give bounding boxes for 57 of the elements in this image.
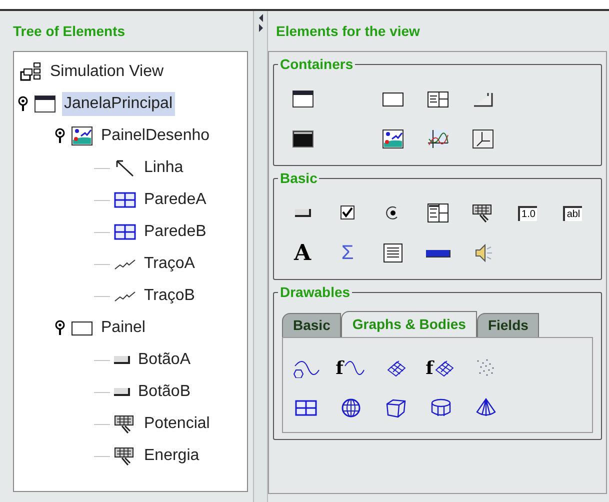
colored-chart-icon — [71, 126, 93, 146]
function-curve-button[interactable]: f — [328, 348, 373, 388]
window-icon — [34, 94, 56, 114]
tree-node-label[interactable]: TraçoA — [142, 252, 197, 276]
tree-node-label[interactable]: ParedeB — [142, 220, 208, 244]
grid-icon — [114, 190, 136, 210]
cube-icon — [384, 398, 406, 418]
tree-node-label[interactable]: Simulation View — [48, 60, 166, 84]
grid-icon — [294, 398, 316, 418]
tree-node-label[interactable]: BotãoB — [136, 380, 192, 404]
expanded-toggle-icon[interactable] — [55, 320, 65, 336]
plot-icon — [426, 129, 448, 149]
window-icon — [292, 89, 314, 109]
list-spinner-icon — [426, 89, 448, 109]
tree-node-label[interactable]: BotãoA — [136, 348, 192, 372]
list-spinner-icon — [426, 203, 448, 223]
expanded-toggle-icon[interactable] — [18, 96, 28, 112]
grid-icon — [114, 222, 136, 242]
collapse-arrows-icon[interactable] — [258, 13, 264, 33]
keyboard-hand-icon — [114, 414, 136, 434]
expanded-toggle-icon[interactable] — [55, 128, 65, 144]
button-icon — [114, 356, 130, 364]
tree-node-label[interactable]: JanelaPrincipal — [62, 92, 175, 116]
number-field-button[interactable]: 1.0 — [505, 193, 550, 233]
function-surface-button[interactable]: f — [418, 348, 463, 388]
cylinder-icon — [430, 398, 452, 418]
keyboard-hand-icon — [472, 203, 494, 223]
tree-node-label[interactable]: Energia — [142, 444, 202, 468]
label-button[interactable]: A — [280, 233, 325, 273]
axes-icon — [472, 129, 494, 149]
curve-icon — [343, 358, 366, 378]
panel-title: Tree of Elements — [13, 22, 126, 40]
globe-icon — [340, 398, 362, 418]
button-icon — [294, 209, 310, 217]
cone-icon — [474, 398, 496, 418]
button-icon — [114, 388, 130, 396]
tree-node-label[interactable]: Painel — [99, 316, 148, 340]
arrow-icon — [114, 158, 136, 178]
surface-icon — [433, 358, 456, 378]
tab[interactable]: Basic — [282, 313, 342, 337]
parameter-button[interactable]: Σ — [325, 233, 370, 273]
number-field-button[interactable]: abl — [550, 193, 595, 233]
tree-node-label[interactable]: PainelDesenho — [99, 124, 212, 148]
dark-window-icon — [292, 129, 314, 149]
tree-node-label[interactable]: TraçoB — [142, 284, 197, 308]
keyboard-hand-icon — [114, 446, 136, 466]
scatter-dots-icon — [474, 358, 496, 378]
curve-icon — [290, 358, 320, 378]
tree-node-label[interactable]: Linha — [142, 156, 186, 180]
surface-icon — [384, 358, 406, 378]
tree-node-label[interactable]: Potencial — [142, 412, 212, 436]
colored-chart-icon — [382, 129, 404, 149]
tree-node-label[interactable]: ParedeA — [142, 188, 208, 212]
panel-title: Elements for the view — [275, 22, 421, 40]
tab[interactable]: Fields — [476, 313, 540, 337]
tree-structure-icon — [20, 62, 42, 82]
text-area-icon — [382, 243, 404, 263]
